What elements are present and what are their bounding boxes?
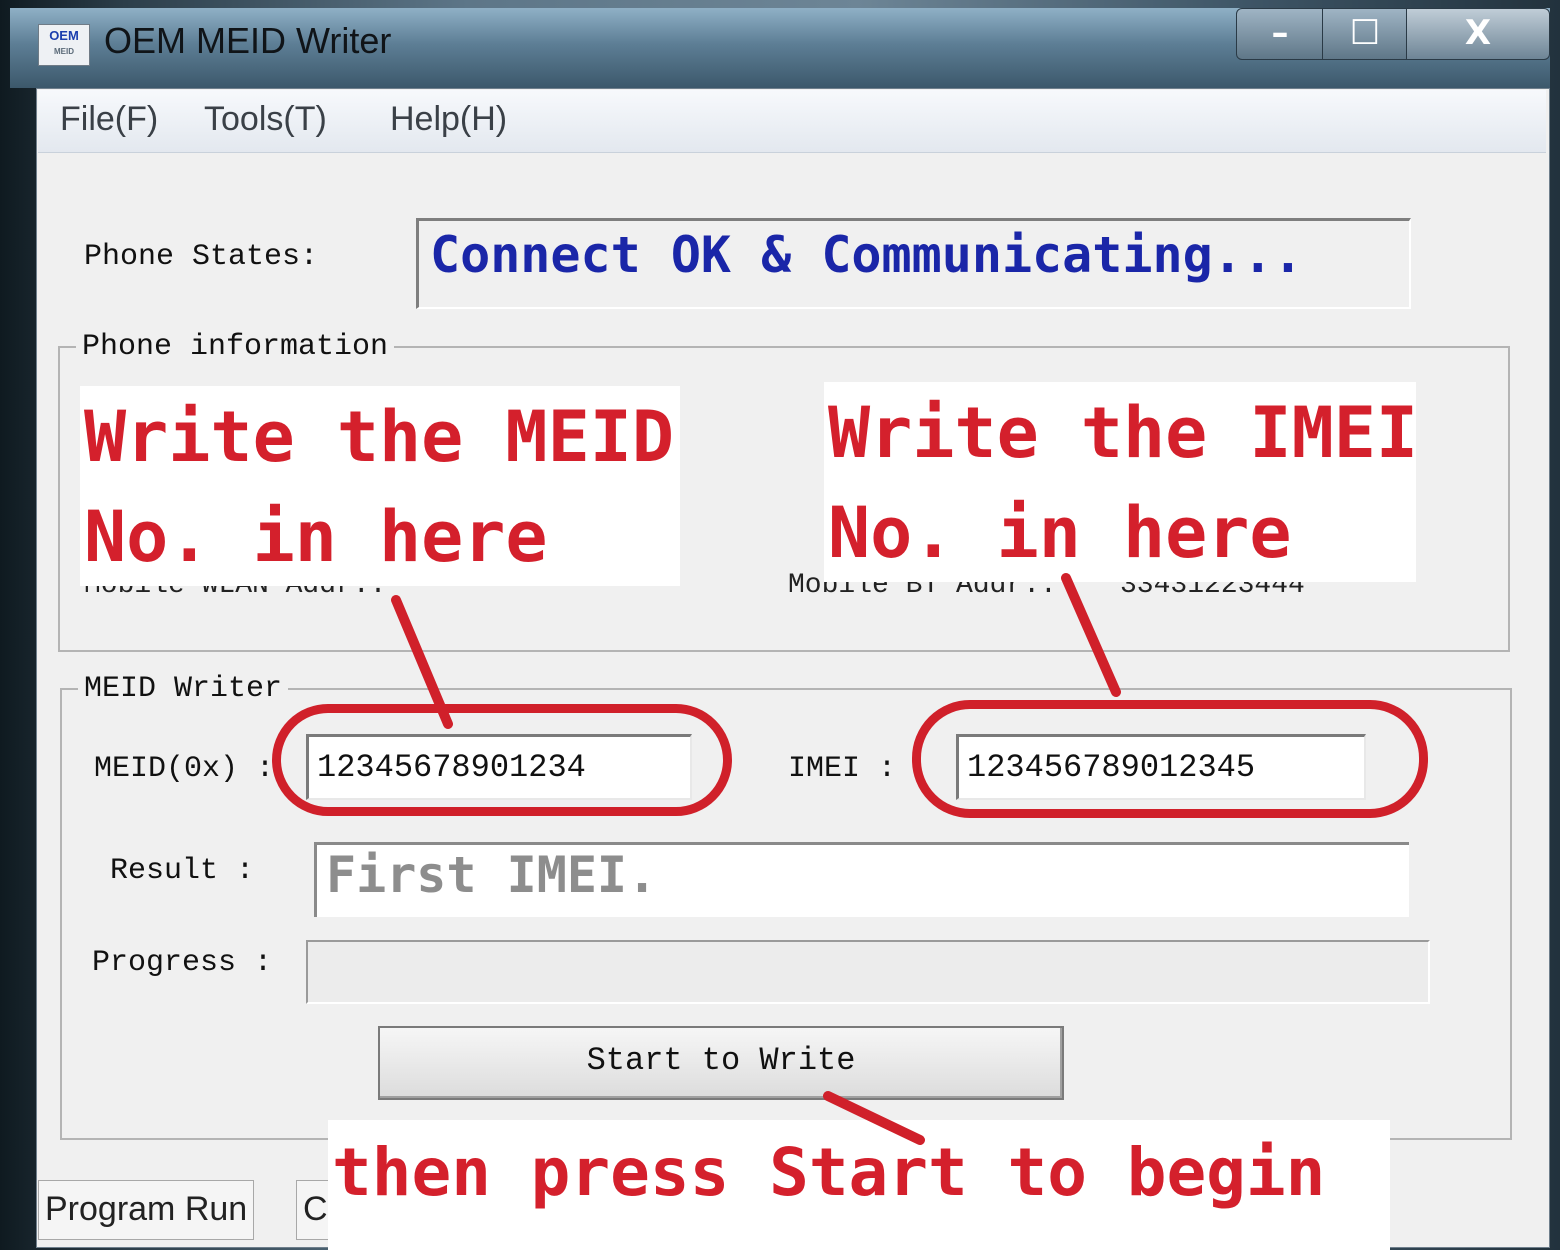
annotation-arrows xyxy=(391,573,1121,1145)
start-pointer-line xyxy=(823,1091,925,1145)
meid-pointer-line xyxy=(391,595,453,729)
imei-pointer-line xyxy=(1061,573,1121,697)
